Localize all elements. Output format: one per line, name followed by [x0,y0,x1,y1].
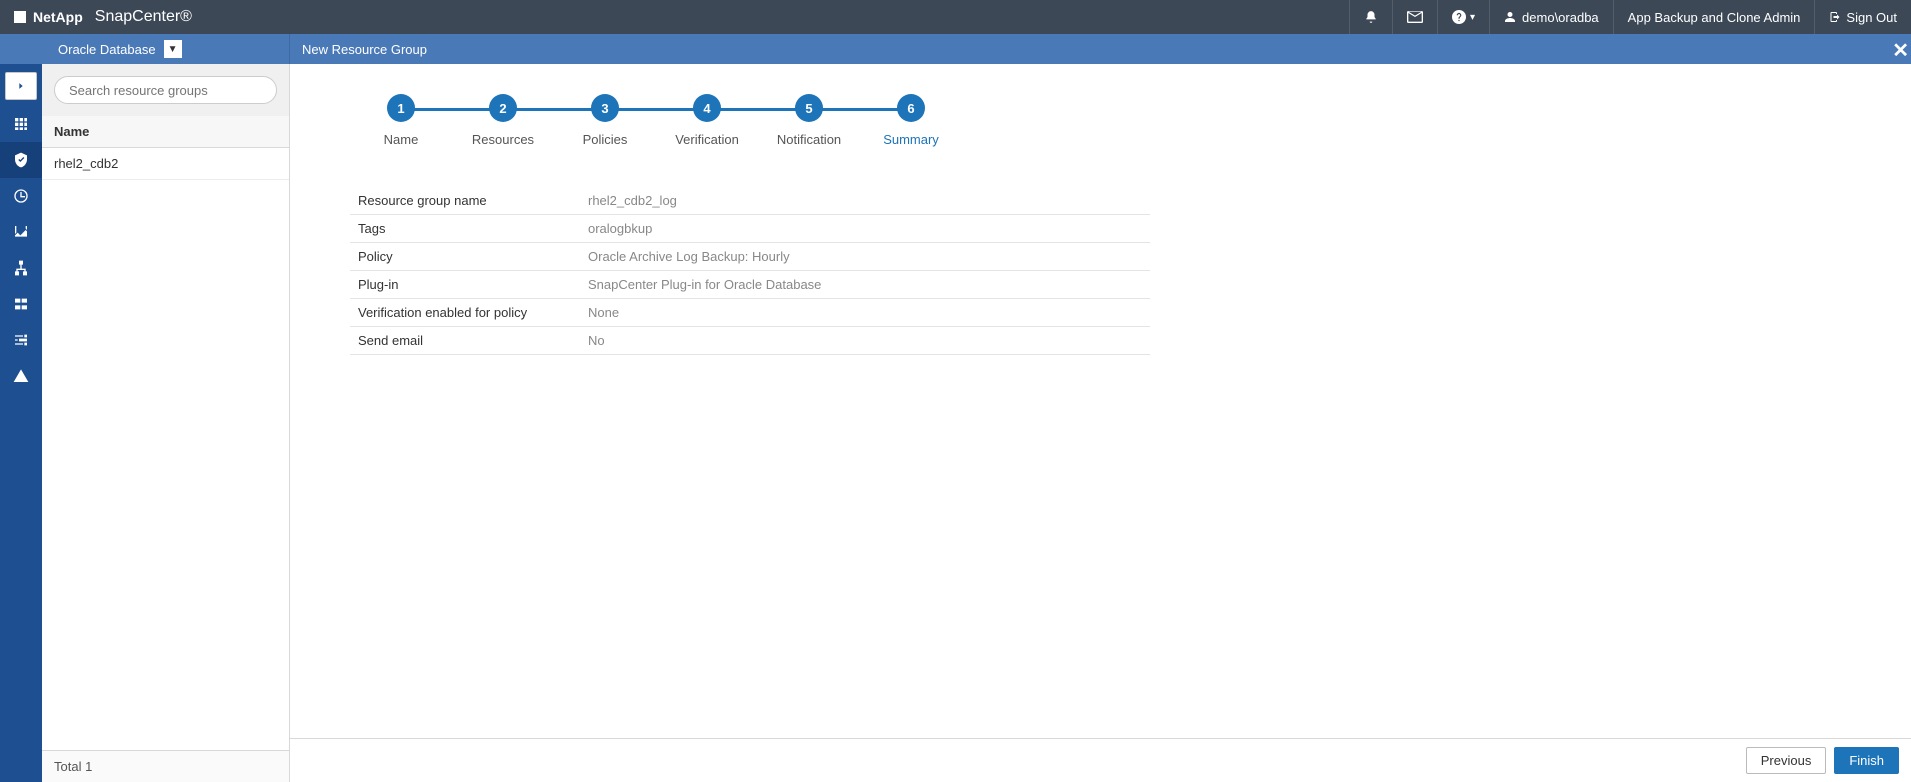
step-label: Notification [777,132,841,147]
signout-button[interactable]: Sign Out [1814,0,1911,34]
signout-icon [1829,11,1841,23]
previous-button[interactable]: Previous [1746,747,1827,774]
hierarchy-icon [13,260,29,276]
resource-group-row[interactable]: rhel2_cdb2 [42,148,289,180]
sidebar-footer: Total 1 [42,750,289,782]
role-label[interactable]: App Backup and Clone Admin [1613,0,1815,34]
step-policies[interactable]: 3 Policies [554,94,656,147]
alert-triangle-icon [13,368,29,384]
step-number: 2 [489,94,517,122]
step-label: Policies [583,132,628,147]
nav-reports[interactable] [0,214,42,250]
role-text: App Backup and Clone Admin [1628,10,1801,25]
step-verification[interactable]: 4 Verification [656,94,758,147]
summary-key: Plug-in [350,271,580,299]
step-label: Resources [472,132,534,147]
netapp-logo-icon [14,11,26,23]
step-name[interactable]: 1 Name [350,94,452,147]
storage-icon [13,296,29,312]
search-input[interactable] [54,76,277,104]
nav-hosts[interactable] [0,250,42,286]
brand-logo: NetApp SnapCenter® [14,8,192,26]
notifications-button[interactable] [1349,0,1392,34]
sliders-icon [13,332,29,348]
summary-key: Resource group name [350,187,580,215]
brand-text: NetApp [33,9,83,25]
messages-button[interactable] [1392,0,1437,34]
search-wrap [42,64,289,116]
nav-storage[interactable] [0,286,42,322]
summary-key: Send email [350,327,580,355]
step-label: Name [384,132,419,147]
summary-value: No [580,327,1150,355]
context-dropdown-toggle[interactable]: ▼ [164,40,182,58]
chevron-right-icon [16,81,26,91]
context-selector: Oracle Database ▼ [0,34,290,64]
summary-row: Resource group name rhel2_cdb2_log [350,187,1150,215]
nav-rail [0,64,42,782]
subheader: Oracle Database ▼ New Resource Group ✕ [0,34,1911,64]
step-number: 5 [795,94,823,122]
rail-expand-toggle[interactable] [5,72,37,100]
sidebar: Name rhel2_cdb2 Total 1 [42,64,290,782]
grid-icon [13,116,29,132]
summary-key: Policy [350,243,580,271]
topbar: NetApp SnapCenter® ▾ demo\oradba App Bac… [0,0,1911,34]
summary-value: Oracle Archive Log Backup: Hourly [580,243,1150,271]
topbar-right: ▾ demo\oradba App Backup and Clone Admin… [1349,0,1911,34]
caret-down-icon: ▾ [1470,12,1475,23]
summary-value: None [580,299,1150,327]
product-name: SnapCenter® [95,8,192,26]
wizard-footer: Previous Finish [290,738,1911,782]
wizard: 1 Name 2 Resources 3 Policies 4 Verifica… [290,64,1911,355]
summary-row: Plug-in SnapCenter Plug-in for Oracle Da… [350,271,1150,299]
main-content: 1 Name 2 Resources 3 Policies 4 Verifica… [290,64,1911,782]
step-notification[interactable]: 5 Notification [758,94,860,147]
chart-icon [13,224,29,240]
summary-value: SnapCenter Plug-in for Oracle Database [580,271,1150,299]
summary-value: oralogbkup [580,215,1150,243]
user-icon [1504,11,1516,23]
step-summary[interactable]: 6 Summary [860,94,962,147]
nav-alerts[interactable] [0,358,42,394]
step-label: Summary [883,132,939,147]
step-resources[interactable]: 2 Resources [452,94,554,147]
wizard-steps: 1 Name 2 Resources 3 Policies 4 Verifica… [350,94,1851,147]
nav-dashboard[interactable] [0,106,42,142]
shield-check-icon [13,152,29,168]
summary-table: Resource group name rhel2_cdb2_log Tags … [350,187,1150,355]
nav-monitor[interactable] [0,178,42,214]
user-menu[interactable]: demo\oradba [1489,0,1613,34]
nav-resources[interactable] [0,142,42,178]
mail-icon [1407,11,1423,23]
footer-total-count: 1 [85,759,92,774]
summary-row: Tags oralogbkup [350,215,1150,243]
context-label: Oracle Database [58,42,156,57]
step-number: 1 [387,94,415,122]
step-number: 3 [591,94,619,122]
bell-icon [1364,10,1378,24]
layout: Name rhel2_cdb2 Total 1 1 Name 2 Resourc… [0,64,1911,782]
signout-text: Sign Out [1846,10,1897,25]
page-title: New Resource Group [290,42,427,57]
summary-row: Verification enabled for policy None [350,299,1150,327]
step-label: Verification [675,132,739,147]
gauge-icon [13,188,29,204]
summary-row: Send email No [350,327,1150,355]
help-button[interactable]: ▾ [1437,0,1489,34]
finish-button[interactable]: Finish [1834,747,1899,774]
summary-value: rhel2_cdb2_log [580,187,1150,215]
summary-key: Verification enabled for policy [350,299,580,327]
user-name: demo\oradba [1522,10,1599,25]
summary-row: Policy Oracle Archive Log Backup: Hourly [350,243,1150,271]
footer-total-label: Total [54,759,81,774]
step-number: 4 [693,94,721,122]
close-button[interactable]: ✕ [1892,38,1909,63]
nav-settings[interactable] [0,322,42,358]
summary-key: Tags [350,215,580,243]
help-icon [1452,10,1466,24]
column-header-name[interactable]: Name [42,116,289,148]
step-number: 6 [897,94,925,122]
